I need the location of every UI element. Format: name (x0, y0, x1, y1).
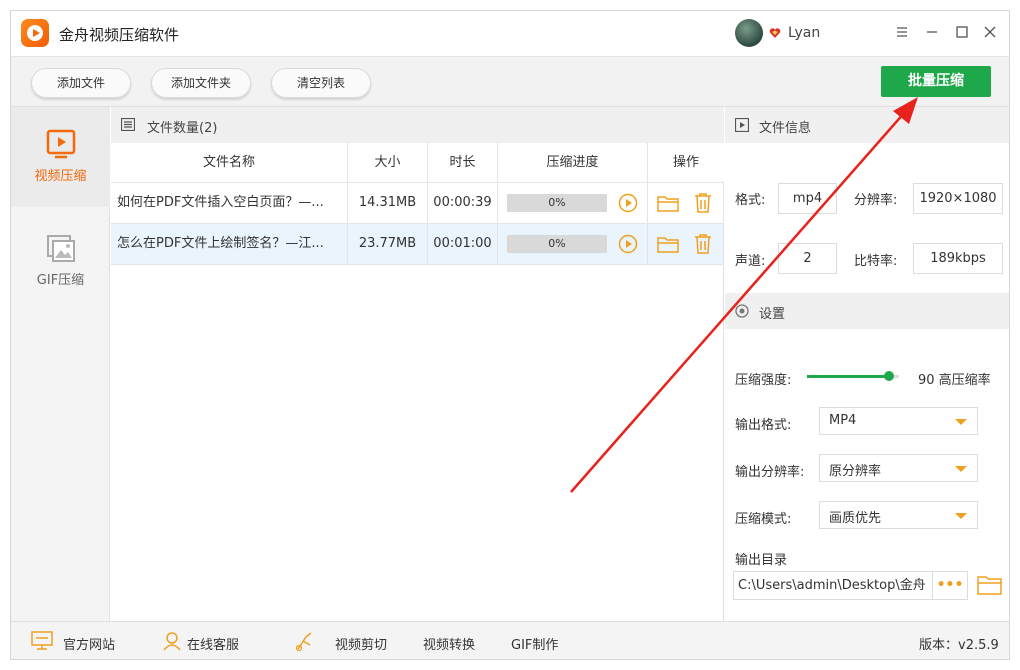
online-support-link[interactable]: 在线客服 (187, 634, 239, 653)
gif-make-link[interactable]: GIF制作 (511, 634, 558, 653)
website-monitor-icon (31, 631, 53, 650)
menu-icon[interactable] (893, 23, 911, 41)
format-label: 格式: (735, 193, 766, 208)
username[interactable]: Lyan (788, 25, 820, 41)
settings-header: 设置 (725, 293, 1009, 329)
file-list-panel: 文件数量(2) 文件名称 大小 时长 压缩进度 操作 如何在PDF文件插入空白页… (111, 107, 724, 621)
video-convert-link[interactable]: 视频转换 (423, 634, 475, 653)
file-info-title: 文件信息 (759, 121, 812, 136)
progress-bar: 0% (507, 235, 607, 253)
column-header-actions: 操作 (672, 155, 699, 170)
title-bar: 金舟视频压缩软件 Lyan (11, 11, 1009, 57)
nav-label-gif-compress: GIF压缩 (36, 273, 85, 288)
channel-label: 声道: (735, 254, 766, 269)
chevron-down-icon (955, 513, 967, 519)
file-name: 如何在PDF文件插入空白页面？—... (111, 183, 348, 223)
footer: 官方网站 在线客服 视频剪切 视频转换 GIF制作 版本：v2.5.9 (11, 621, 1009, 659)
table-row[interactable]: 怎么在PDF文件上绘制签名？—江... 23.77MB 00:01:00 0% (111, 224, 724, 265)
output-dir-input[interactable]: C:\Users\admin\Desktop\金舟 (733, 571, 933, 600)
strength-label: 压缩强度: (735, 373, 792, 388)
trash-icon[interactable] (694, 233, 712, 254)
add-file-button[interactable]: 添加文件 (31, 68, 131, 98)
progress-bar: 0% (507, 194, 607, 212)
nav-item-video-compress[interactable]: 视频压缩 (11, 107, 110, 207)
vip-heart-icon (769, 28, 781, 38)
official-website-link[interactable]: 官方网站 (63, 634, 115, 653)
right-panel: 文件信息 格式: mp4 分辨率: 1920×1080 声道: 2 比特率: 1… (725, 107, 1009, 621)
settings-icon (735, 304, 749, 318)
bitrate-value: 189kbps (913, 243, 1003, 274)
progress-cell: 0% (498, 224, 648, 264)
file-duration: 00:00:39 (428, 183, 498, 223)
version-text: 版本：v2.5.9 (919, 638, 999, 653)
nav-item-gif-compress[interactable]: GIF压缩 (11, 211, 110, 311)
file-size: 14.31MB (348, 183, 428, 223)
customer-service-icon (163, 632, 181, 651)
output-format-label: 输出格式: (735, 418, 792, 433)
file-name: 怎么在PDF文件上绘制签名？—江... (111, 224, 348, 264)
app-window: 金舟视频压缩软件 Lyan 添加文件 添加文件夹 清空列表 批量压缩 视频压缩 … (10, 10, 1010, 660)
left-nav: 视频压缩 GIF压缩 (11, 107, 110, 621)
video-cut-link[interactable]: 视频剪切 (335, 634, 387, 653)
user-avatar[interactable] (735, 19, 763, 47)
video-play-icon (46, 129, 76, 159)
column-header-duration[interactable]: 时长 (428, 143, 498, 183)
app-title: 金舟视频压缩软件 (59, 26, 180, 44)
output-resolution-value: 原分辨率 (829, 464, 882, 479)
progress-cell: 0% (498, 183, 648, 223)
compress-mode-value: 画质优先 (829, 511, 882, 526)
batch-compress-button[interactable]: 批量压缩 (881, 66, 991, 97)
play-icon[interactable] (618, 193, 638, 213)
nav-label-video-compress: 视频压缩 (34, 169, 87, 184)
close-icon[interactable] (981, 23, 999, 41)
chevron-down-icon (955, 419, 967, 425)
open-folder-icon[interactable] (977, 574, 1002, 595)
compress-mode-label: 压缩模式: (735, 512, 792, 527)
maximize-icon[interactable] (953, 23, 971, 41)
column-header-size[interactable]: 大小 (348, 143, 428, 183)
resolution-label: 分辨率: (854, 193, 898, 208)
folder-icon[interactable] (657, 194, 679, 212)
scissors-cut-icon (295, 632, 312, 651)
trash-icon[interactable] (694, 192, 712, 213)
output-dir-label: 输出目录 (735, 553, 788, 568)
column-header-progress[interactable]: 压缩进度 (498, 143, 648, 183)
clear-list-button[interactable]: 清空列表 (271, 68, 371, 98)
column-header-name[interactable]: 文件名称 (111, 143, 348, 183)
output-format-value: MP4 (829, 413, 857, 428)
minimize-icon[interactable] (923, 23, 941, 41)
chevron-down-icon (955, 466, 967, 472)
gif-image-icon (47, 235, 75, 262)
strength-slider-track[interactable] (807, 375, 889, 378)
file-info-icon (735, 118, 749, 132)
output-format-select[interactable]: MP4 (819, 407, 978, 435)
file-count: 文件数量(2) (147, 121, 218, 136)
channel-value: 2 (778, 243, 837, 274)
file-duration: 00:01:00 (428, 224, 498, 264)
file-info-header: 文件信息 (725, 107, 1009, 143)
add-folder-button[interactable]: 添加文件夹 (151, 68, 251, 98)
compress-mode-select[interactable]: 画质优先 (819, 501, 978, 529)
list-icon (121, 118, 135, 131)
table-header: 文件名称 大小 时长 压缩进度 操作 (111, 143, 724, 183)
output-resolution-select[interactable]: 原分辨率 (819, 454, 978, 482)
browse-more-button[interactable]: ••• (933, 571, 968, 600)
settings-title: 设置 (759, 307, 786, 322)
strength-slider-handle[interactable] (884, 371, 894, 381)
bitrate-label: 比特率: (854, 254, 898, 269)
file-size: 23.77MB (348, 224, 428, 264)
strength-value: 90 高压缩率 (918, 373, 991, 388)
output-resolution-label: 输出分辨率: (735, 465, 805, 480)
format-value: mp4 (778, 183, 837, 214)
toolbar: 添加文件 添加文件夹 清空列表 批量压缩 (11, 57, 1009, 107)
actions-cell (648, 224, 724, 264)
app-logo-icon (21, 19, 49, 47)
folder-icon[interactable] (657, 235, 679, 253)
play-icon[interactable] (618, 234, 638, 254)
resolution-value: 1920×1080 (913, 183, 1003, 214)
actions-cell (648, 183, 724, 223)
table-row[interactable]: 如何在PDF文件插入空白页面？—... 14.31MB 00:00:39 0% (111, 183, 724, 224)
file-list-header: 文件数量(2) (111, 107, 724, 143)
